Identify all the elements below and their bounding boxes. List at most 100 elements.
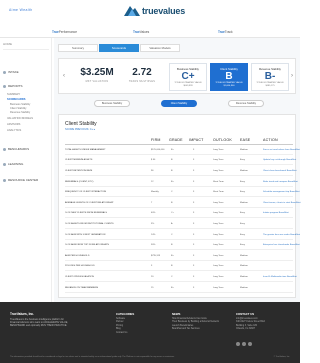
tab-summary[interactable]: Summary (58, 44, 98, 52)
cell-action[interactable]: Client churn benchmark BoardStat (263, 170, 296, 172)
metric-name: TOTAL ASSETS UNDER MANAGEMENT (65, 148, 106, 151)
revenue-stability-card[interactable]: Revenue Stability B- TOTAL ESTIMATED VAL… (251, 63, 289, 91)
chevron-left-icon[interactable]: ‹ (63, 73, 65, 79)
top-header: Aime Wealth truevalues TruePerformance T… (0, 0, 300, 38)
cell-grade: C+ (171, 212, 174, 215)
cell-outlook: Long Term (213, 169, 224, 172)
cell-grade: B+ (171, 286, 174, 289)
cell-grade: A (171, 222, 173, 225)
sidebar-sub-valuation-models[interactable]: VALUATION MODELS (7, 117, 33, 120)
cell-outlook: Long Term (213, 254, 224, 257)
nav-truevalues[interactable]: TrueValues (133, 30, 149, 34)
col-action: ACTION (263, 138, 278, 142)
divider (3, 49, 49, 50)
cell-grade: C (171, 233, 173, 236)
sidebar-item-learning[interactable]: LEARNING (3, 162, 23, 166)
sidebar-item-reports[interactable]: REPORTS (3, 84, 22, 88)
table-row: FREQUENCY OF CLIENT INTERACTION Monthly C 3… (65, 188, 299, 198)
intake-icon (3, 70, 6, 74)
valuation-summary: ‹ $3.25M MKT VALUATION 2.72 TRANS MULTIP… (58, 58, 296, 94)
cell-action[interactable]: Initiate program BoardStat (263, 212, 289, 214)
cell-action[interactable]: Enterprise has cheerleader BoardStat (263, 244, 300, 246)
valuation-value: $3.25M (80, 67, 114, 78)
cell-grade: B+ (171, 180, 174, 183)
benchmarks-icon (3, 147, 6, 151)
nav-trueperformance[interactable]: TruePerformance (52, 30, 77, 34)
account-name[interactable]: Aime Wealth (9, 8, 33, 12)
sidebar-item-benchmarks[interactable]: BENCHMARKS (3, 147, 29, 151)
cell-impact: 3 (193, 159, 195, 162)
footer-link[interactable]: BoardSat and Tax Services (172, 328, 226, 331)
cell-action[interactable]: Insert% Multimedia time BoardStat (263, 276, 297, 278)
cell-action[interactable]: Update key cut-through BoardStat (263, 159, 296, 161)
table-row: % OF AUM FROM TOP 20 RELATIONSHIPS 30% B 3 L… (65, 241, 300, 251)
cell-ease: Easy (240, 159, 245, 162)
tab-valuation-models[interactable]: Valuation Models (140, 44, 180, 52)
cell-ease: Easy (240, 222, 245, 225)
cell-impact: 3 (193, 212, 195, 215)
sidebar-sub-advisors[interactable]: ADVISORS (7, 123, 20, 126)
tab-scorecards[interactable]: Scorecards (99, 44, 139, 52)
business-stability-card[interactable]: Business Stability C+ TOTAL ESTIMATED VA… (169, 63, 207, 91)
sidebar-sub-business-stability[interactable]: Business Stability (10, 103, 30, 106)
metric-name: % OF NEW CLIENTS FROM REFERRALS (65, 212, 107, 215)
truevalues-logo[interactable]: truevalues (124, 3, 185, 21)
table-row: CLIENT RETENTION RATE 96 B 3 Long Term Medium… (65, 167, 296, 176)
cell-outlook: Long Term (213, 222, 224, 225)
cell-firm: Monthly (151, 191, 159, 194)
chevron-right-icon[interactable]: › (291, 73, 293, 79)
cell-outlook: Long Term (213, 244, 224, 247)
footer-col-news: NEWS How Financial Advisors Can Grow The… (172, 312, 226, 332)
cell-action[interactable]: Focus on trend values from BoardStat (263, 149, 300, 151)
sidebar-sub-client-stability[interactable]: Client Stability (10, 107, 26, 110)
card-grade: B (225, 71, 233, 82)
cell-firm: 15 (151, 286, 154, 289)
table-row: POLICIES PER HOUSEHOLD 3 B 3 Long Term Medium (65, 263, 293, 272)
cell-firm: $735,313 (151, 254, 161, 257)
cell-action[interactable]: Schedule management trip BoardStat (263, 191, 299, 193)
footer-col-categories: CATEGORIES Software Partner Pricing Blog… (116, 312, 134, 335)
footer-col-contact: CONTACT US info@truevalues.com 340-0227 … (236, 312, 265, 332)
cell-outlook: Short Term (213, 180, 224, 183)
cell-outlook: Long Term (213, 201, 224, 204)
stability-pills: Business Stability Client Stability Reve… (84, 100, 274, 108)
sidebar-item-resource-center[interactable]: RESOURCE CENTER (3, 178, 38, 182)
cell-action[interactable]: The greater lens was under BoardStat (263, 234, 300, 236)
pill-business-stability[interactable]: Business Stability (94, 100, 130, 107)
footer-description: TrueValues is the business intelligence … (10, 318, 68, 328)
client-stability-card[interactable]: Client Stability B TOTAL ESTIMATED VALUE… (210, 63, 248, 91)
cell-impact: 3 (193, 169, 195, 172)
facebook-icon[interactable] (236, 342, 240, 346)
twitter-icon[interactable] (242, 342, 246, 346)
table-subtitle[interactable]: SCORE PREVIOUS: C+ ▸ (65, 128, 95, 131)
cell-action[interactable]: Client tenure, clients to start BoardSta… (263, 202, 300, 204)
cell-ease: Easy (240, 191, 245, 194)
pill-revenue-stability[interactable]: Revenue Stability (228, 100, 264, 107)
sidebar-item-intake[interactable]: INTAKE (3, 70, 19, 74)
cell-impact: 3 (193, 286, 195, 289)
footer-link[interactable]: Contact Us (116, 332, 134, 335)
cell-grade: B+ (171, 148, 174, 151)
cell-grade: C (171, 275, 173, 278)
cell-firm: 5% (151, 222, 155, 225)
cell-firm: 14% (151, 233, 156, 236)
table-header: FIRM GRADE IMPACT OUTLOOK EASE ACTION (65, 138, 293, 145)
cell-ease: Medium (240, 201, 248, 204)
sidebar-sub-scorecards[interactable]: SCORECARDS (7, 98, 25, 101)
table-row: RELIANCE ON TEAM MEMBERS 15 B+ 3 Long Term Me… (65, 284, 293, 293)
sidebar-sub-summary[interactable]: SUMMARY (7, 93, 20, 96)
pill-client-stability[interactable]: Client Stability (161, 100, 197, 107)
cell-impact: 3 (193, 233, 195, 236)
linkedin-icon[interactable] (248, 342, 252, 346)
cell-impact: 3 (193, 180, 195, 183)
cell-ease: Medium (240, 148, 248, 151)
sidebar-sub-revenue-stability[interactable]: Revenue Stability (10, 111, 30, 114)
report-tabs: Summary Scorecards Valuation Models (58, 44, 180, 52)
cell-action[interactable]: Refer trend and compare BoardStat (263, 181, 298, 183)
sidebar-sub-analytics[interactable]: ANALYTICS (7, 129, 21, 132)
cell-ease: Easy (240, 233, 245, 236)
cell-impact: 3 (193, 148, 195, 151)
sidebar-home[interactable]: HOME (3, 42, 12, 46)
nav-truetrack[interactable]: TrueTrack (218, 30, 233, 34)
footer-brand: TrueValues, Inc. (10, 312, 35, 316)
